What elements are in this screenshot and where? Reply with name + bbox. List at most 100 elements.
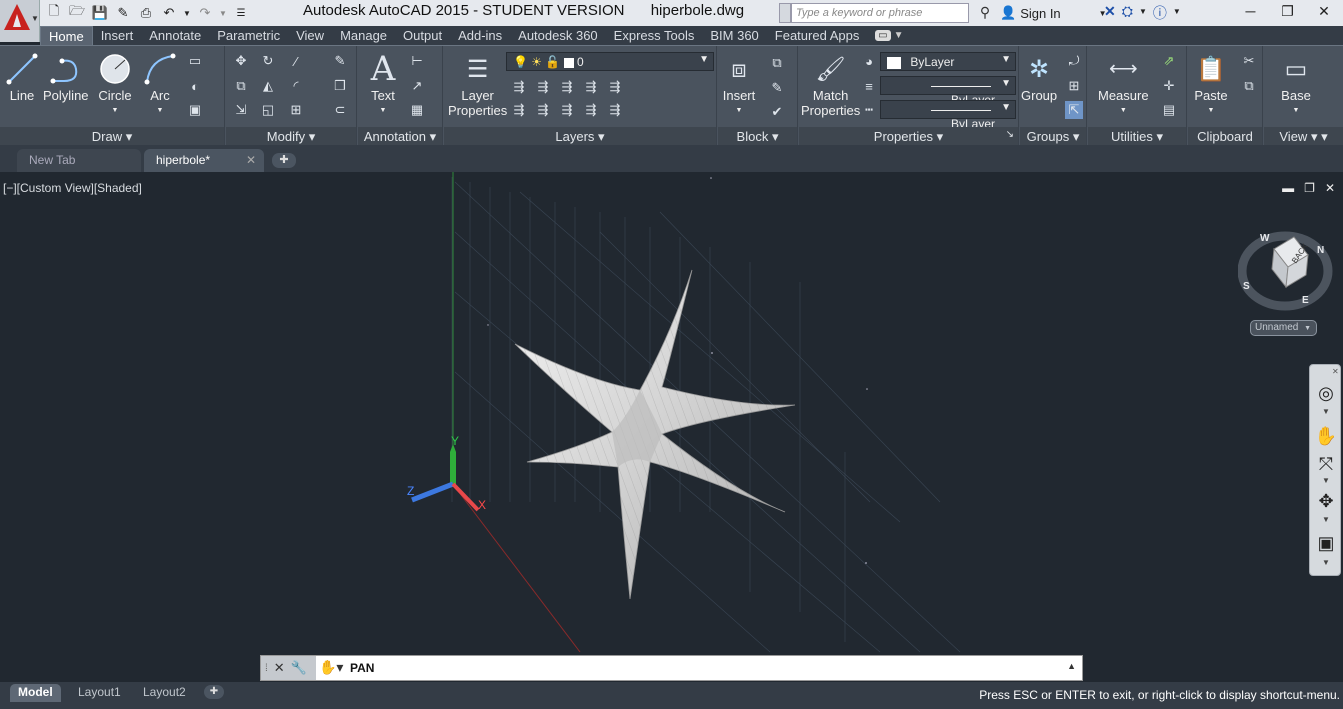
tab-hiperbole[interactable]: hiperbole* ✕ xyxy=(144,149,264,172)
dimension-icon[interactable]: ⊢ xyxy=(408,52,426,70)
layer-tool-icon[interactable]: ⇶ xyxy=(582,78,600,96)
match-properties-button[interactable]: 🖌 Match Properties xyxy=(801,50,860,118)
layer-tool-icon[interactable]: ⇶ xyxy=(510,101,528,119)
customize-qat-icon[interactable]: ☰ xyxy=(231,3,251,23)
exchange-apps-icon[interactable]: ✕ xyxy=(1104,3,1116,23)
edit-attributes-icon[interactable]: ✔ xyxy=(768,103,786,121)
layer-tool-icon[interactable]: ⇶ xyxy=(606,78,624,96)
id-point-icon[interactable]: ✛ xyxy=(1160,77,1178,95)
linetype-dropdown[interactable]: ByLayer ▼ xyxy=(880,100,1016,131)
properties-panel-title[interactable]: Properties ▾ ↘ xyxy=(799,127,1018,146)
command-pan-icon[interactable]: ✋▾ xyxy=(319,659,343,676)
stretch-icon[interactable]: ⇲ xyxy=(232,101,250,119)
line-button[interactable]: Line xyxy=(4,50,40,103)
modify-panel-title[interactable]: Modify ▾ xyxy=(226,127,356,146)
move-icon[interactable]: ✥ xyxy=(232,52,250,70)
region-icon[interactable]: ▣ xyxy=(186,101,204,119)
clipboard-panel-title[interactable]: Clipboard xyxy=(1188,127,1262,146)
named-view-dropdown[interactable]: Unnamed ▼ xyxy=(1250,320,1317,336)
redo-icon[interactable]: ↷ xyxy=(195,3,215,23)
search-input[interactable]: Type a keyword or phrase xyxy=(791,3,969,23)
minimize-button[interactable]: ─ xyxy=(1232,0,1269,22)
ribbon-tab-autodesk-360[interactable]: Autodesk 360 xyxy=(510,26,606,45)
ribbon-tab-add-ins[interactable]: Add-ins xyxy=(450,26,510,45)
layer-dropdown[interactable]: 💡 ☀ 🔓 0 ▼ xyxy=(506,52,714,71)
mirror-icon[interactable]: ◭ xyxy=(259,77,277,95)
compass-n[interactable]: N xyxy=(1317,245,1324,256)
pan-icon[interactable]: ✋ xyxy=(1313,423,1339,449)
binoculars-icon[interactable]: ⚲ xyxy=(974,4,996,22)
layer-tool-icon[interactable]: ⇶ xyxy=(582,101,600,119)
lineweight-icon[interactable]: ≡ xyxy=(860,77,878,95)
viewport-controls-label[interactable]: [−][Custom View][Shaded] xyxy=(3,181,142,195)
ribbon-tab-output[interactable]: Output xyxy=(395,26,450,45)
close-viewport-icon[interactable]: ✕ xyxy=(1325,181,1335,195)
paste-button[interactable]: 📋 Paste ▼ xyxy=(1193,50,1229,118)
group-button[interactable]: ✲ Group xyxy=(1021,50,1057,103)
sign-in-button[interactable]: 👤 Sign In ▼ xyxy=(1000,5,1107,21)
grip-icon[interactable]: ⁞ xyxy=(265,663,268,674)
quick-select-icon[interactable]: ⇗ xyxy=(1160,52,1178,70)
lineweight-dropdown[interactable]: ByLayer ▼ xyxy=(880,76,1016,107)
trim-icon[interactable]: ⁄ xyxy=(287,52,305,70)
undo-icon[interactable]: ↶ xyxy=(159,3,179,23)
tab-new-tab[interactable]: New Tab xyxy=(17,149,141,172)
steering-wheel-icon[interactable]: ◎ xyxy=(1313,380,1339,406)
layer-tool-icon[interactable]: ⇶ xyxy=(510,78,528,96)
close-icon[interactable]: ✕ xyxy=(274,660,285,676)
wrench-icon[interactable]: 🔧 xyxy=(291,660,307,676)
add-layout-button[interactable]: ✚ xyxy=(204,685,224,699)
showmotion-icon[interactable]: ▣ xyxy=(1313,530,1339,556)
minimize-viewport-icon[interactable]: ▬ xyxy=(1282,181,1294,195)
explode-icon[interactable]: ❒ xyxy=(331,77,349,95)
undo-dropdown-icon[interactable]: ▼ xyxy=(182,3,192,23)
close-icon[interactable]: ✕ xyxy=(246,153,256,167)
dialog-launcher-icon[interactable]: ↘ xyxy=(1006,129,1014,140)
ribbon-tab-bim-360[interactable]: BIM 360 xyxy=(702,26,766,45)
viewcube[interactable]: BACK N E S W xyxy=(1237,227,1334,327)
application-menu-button[interactable]: ▼ xyxy=(0,0,40,42)
array-icon[interactable]: ⊞ xyxy=(287,101,305,119)
cut-icon[interactable]: ✂ xyxy=(1240,52,1258,70)
chevron-down-icon[interactable]: ▼ xyxy=(1322,476,1330,485)
polyline-button[interactable]: Polyline xyxy=(43,50,89,103)
compass-e[interactable]: E xyxy=(1302,295,1309,306)
color-dropdown[interactable]: ByLayer ▼ xyxy=(880,52,1016,71)
layer-tool-icon[interactable]: ⇶ xyxy=(534,78,552,96)
ribbon-tab-manage[interactable]: Manage xyxy=(332,26,395,45)
layer-properties-button[interactable]: ☰ Layer Properties xyxy=(448,50,507,118)
layout-tab-layout1[interactable]: Layout1 xyxy=(70,684,129,702)
groups-panel-title[interactable]: Groups ▾ xyxy=(1020,127,1086,146)
layers-panel-title[interactable]: Layers ▾ xyxy=(444,127,716,146)
draw-panel-title[interactable]: Draw ▾ xyxy=(0,127,224,146)
open-icon[interactable]: 🗁 xyxy=(67,3,87,23)
ribbon-tab-parametric[interactable]: Parametric xyxy=(209,26,288,45)
compass-s[interactable]: S xyxy=(1243,281,1250,292)
copy-icon[interactable]: ⧉ xyxy=(232,77,250,95)
close-button[interactable]: ✕ xyxy=(1306,0,1342,22)
stay-connected-icon[interactable]: ⛭ xyxy=(1122,3,1133,23)
block-panel-title[interactable]: Block ▾ xyxy=(718,127,797,146)
utilities-panel-title[interactable]: Utilities ▾ xyxy=(1088,127,1186,146)
print-icon[interactable]: ⎙ xyxy=(136,3,156,23)
ribbon-tab-home[interactable]: Home xyxy=(40,26,93,45)
command-input[interactable]: PAN xyxy=(350,661,374,675)
create-block-icon[interactable]: ⧉ xyxy=(768,54,786,72)
group-edit-icon[interactable]: ⊞ xyxy=(1065,77,1083,95)
scale-icon[interactable]: ◱ xyxy=(259,101,277,119)
help-icon[interactable]: ⓘ xyxy=(1153,3,1167,23)
circle-button[interactable]: Circle ▼ xyxy=(97,50,133,118)
add-tab-button[interactable]: ✚ xyxy=(272,153,296,168)
linetype-icon[interactable]: ┅ xyxy=(860,101,878,119)
annotation-panel-title[interactable]: Annotation ▾ xyxy=(358,127,442,146)
new-icon[interactable]: 🗋 xyxy=(44,3,64,23)
close-icon[interactable]: ✕ xyxy=(1332,367,1339,376)
command-line[interactable]: ⁞ ✕ 🔧 ✋▾ PAN ▲ xyxy=(260,655,1083,681)
ribbon-tab-insert[interactable]: Insert xyxy=(93,26,142,45)
save-icon[interactable]: 💾 xyxy=(90,3,110,23)
text-button[interactable]: A Text ▼ xyxy=(365,50,401,118)
drawing-viewport[interactable]: Y Z X [−][Custom View][Shaded] ▬ ❐ ✕ BAC… xyxy=(0,172,1343,682)
redo-dropdown-icon[interactable]: ▼ xyxy=(218,3,228,23)
ribbon-tab-featured-apps[interactable]: Featured Apps xyxy=(767,26,868,45)
chevron-down-icon[interactable]: ▼ xyxy=(1173,3,1181,23)
